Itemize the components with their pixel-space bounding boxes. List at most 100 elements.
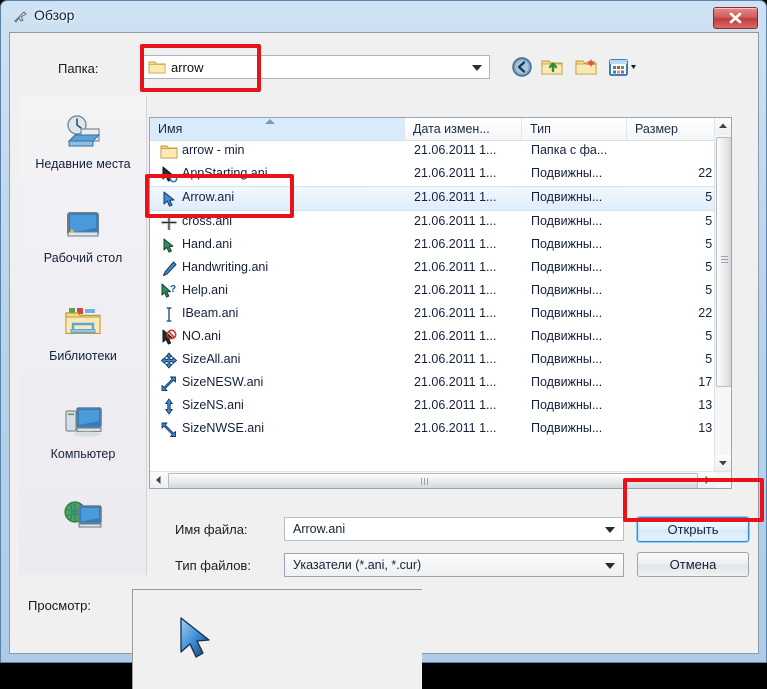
file-size-cell: 5 K <box>705 190 724 204</box>
file-date-cell: 21.06.2011 1... <box>414 260 497 274</box>
file-date-cell: 21.06.2011 1... <box>414 190 497 204</box>
file-date-cell: 21.06.2011 1... <box>414 329 497 343</box>
file-date-cell: 21.06.2011 1... <box>414 166 497 180</box>
help-cursor-icon: ? <box>160 283 178 300</box>
file-size-cell: 5 K <box>705 214 724 228</box>
close-button[interactable] <box>713 7 758 29</box>
open-button[interactable]: Открыть <box>637 517 749 542</box>
file-type-cell: Подвижны... <box>531 283 603 297</box>
views-button[interactable] <box>608 55 644 79</box>
column-header-type[interactable]: Тип <box>522 118 627 140</box>
vertical-scrollbar[interactable] <box>714 118 731 472</box>
sidebar-item-libraries[interactable]: Библиотеки <box>19 305 147 363</box>
file-date-cell: 21.06.2011 1... <box>414 306 497 320</box>
preview-pane <box>132 589 422 689</box>
file-date-cell: 21.06.2011 1... <box>414 214 497 228</box>
file-size-cell: 5 K <box>705 237 724 251</box>
file-name-cell: cross.ani <box>182 214 233 228</box>
table-row[interactable]: Arrow.ani 21.06.2011 1... Подвижны... 5 K <box>150 186 724 211</box>
horizontal-scroll-thumb[interactable] <box>168 473 698 488</box>
table-row[interactable]: arrow - min 21.06.2011 1... Папка с фа... <box>150 140 716 163</box>
sidebar-item-computer[interactable]: Компьютер <box>19 403 147 461</box>
folder-value: arrow <box>171 60 204 75</box>
table-row[interactable]: NO.ani 21.06.2011 1... Подвижны... 5 K <box>150 326 724 349</box>
table-row[interactable]: ? Help.ani 21.06.2011 1... Подвижны... 5 K <box>150 280 724 303</box>
folder-toolbar: Папка: arrow <box>10 51 760 91</box>
table-row[interactable]: Hand.ani 21.06.2011 1... Подвижны... 5 K <box>150 234 724 257</box>
column-header-date[interactable]: Дата измен... <box>405 118 522 140</box>
file-type-cell: Подвижны... <box>531 190 603 204</box>
file-name-cell: IBeam.ani <box>182 306 239 320</box>
network-icon <box>19 497 147 539</box>
cursor-icon <box>12 9 29 25</box>
arrow-cursor-icon <box>160 190 178 207</box>
file-type-cell: Подвижны... <box>531 375 603 389</box>
table-row[interactable]: cross.ani 21.06.2011 1... Подвижны... 5 K <box>150 211 724 234</box>
file-type-cell: Папка с фа... <box>531 143 608 157</box>
vertical-scroll-thumb[interactable] <box>716 137 731 387</box>
arrow-busy-cursor-icon <box>160 166 178 183</box>
file-type-cell: Подвижны... <box>531 421 603 435</box>
browse-dialog-window: Обзор Папка: arrow Недавние места Рабочи… <box>0 0 767 689</box>
no-cursor-icon <box>160 329 178 346</box>
table-row[interactable]: SizeNESW.ani 21.06.2011 1... Подвижны... 17… <box>150 372 724 395</box>
up-folder-button[interactable] <box>540 55 566 79</box>
computer-icon <box>19 403 147 445</box>
sidebar-item-recent-places[interactable]: Недавние места <box>19 113 147 171</box>
scroll-right-button[interactable] <box>699 472 716 488</box>
size-all-cursor-icon <box>160 352 178 369</box>
file-size-cell: 5 K <box>705 283 724 297</box>
file-date-cell: 21.06.2011 1... <box>414 398 497 412</box>
file-type-cell: Подвижны... <box>531 237 603 251</box>
filetype-value: Указатели (*.ani, *.cur) <box>293 558 422 572</box>
file-date-cell: 21.06.2011 1... <box>414 283 497 297</box>
sidebar-item-desktop[interactable]: Рабочий стол <box>19 207 147 265</box>
column-header-size[interactable]: Размер <box>627 118 716 140</box>
column-header-name[interactable]: Имя <box>150 118 405 140</box>
cancel-button[interactable]: Отмена <box>637 552 749 577</box>
filetype-combobox[interactable]: Указатели (*.ani, *.cur) <box>284 553 624 577</box>
file-date-cell: 21.06.2011 1... <box>414 375 497 389</box>
sidebar-item-network[interactable] <box>19 497 147 541</box>
column-header-row: Имя Дата измен... Тип Размер <box>150 118 731 141</box>
file-size-cell: 13 K <box>698 421 724 435</box>
cross-cursor-icon <box>160 214 178 231</box>
table-row[interactable]: AppStarting.ani 21.06.2011 1... Подвижны..… <box>150 163 724 186</box>
file-name-cell: Hand.ani <box>182 237 233 251</box>
file-size-cell: 5 K <box>705 260 724 274</box>
recent-places-icon <box>19 113 147 155</box>
file-name-cell: SizeNESW.ani <box>182 375 264 389</box>
sidebar-item-label: Библиотеки <box>49 349 117 363</box>
table-row[interactable]: IBeam.ani 21.06.2011 1... Подвижны... 22 K <box>150 303 724 326</box>
file-type-cell: Подвижны... <box>531 306 603 320</box>
file-size-cell: 5 K <box>705 329 724 343</box>
file-type-cell: Подвижны... <box>531 329 603 343</box>
horizontal-scrollbar[interactable] <box>150 471 731 488</box>
libraries-icon <box>19 305 147 347</box>
folder-combobox[interactable]: arrow <box>140 55 490 79</box>
file-list[interactable]: Имя Дата измен... Тип Размер arrow - min… <box>149 117 732 489</box>
filename-combobox[interactable]: Arrow.ani <box>284 517 624 541</box>
file-name-cell: Help.ani <box>182 283 228 297</box>
chevron-down-icon[interactable] <box>605 563 615 569</box>
table-row[interactable]: Handwriting.ani 21.06.2011 1... Подвижны..… <box>150 257 724 280</box>
table-row[interactable]: SizeNWSE.ani 21.06.2011 1... Подвижны... 13… <box>150 418 724 441</box>
table-row[interactable]: SizeAll.ani 21.06.2011 1... Подвижны... 5 K <box>150 349 724 372</box>
svg-text:?: ? <box>170 284 176 295</box>
preview-label: Просмотр: <box>28 598 91 613</box>
sidebar-item-label: Недавние места <box>35 157 131 171</box>
chevron-down-icon[interactable] <box>605 527 615 533</box>
back-button[interactable] <box>510 55 536 79</box>
file-type-cell: Подвижны... <box>531 398 603 412</box>
table-row[interactable]: SizeNS.ani 21.06.2011 1... Подвижны... 13 K <box>150 395 724 418</box>
scroll-up-button[interactable] <box>715 118 731 135</box>
file-size-cell: 22 K <box>698 306 724 320</box>
new-folder-button[interactable] <box>574 55 600 79</box>
chevron-down-icon[interactable] <box>472 65 482 71</box>
scroll-down-button[interactable] <box>715 455 731 472</box>
file-name-cell: SizeAll.ani <box>182 352 241 366</box>
size-nesw-cursor-icon <box>160 375 178 392</box>
hand-cursor-icon <box>160 237 178 254</box>
size-ns-cursor-icon <box>160 398 178 415</box>
scroll-left-button[interactable] <box>150 472 167 488</box>
